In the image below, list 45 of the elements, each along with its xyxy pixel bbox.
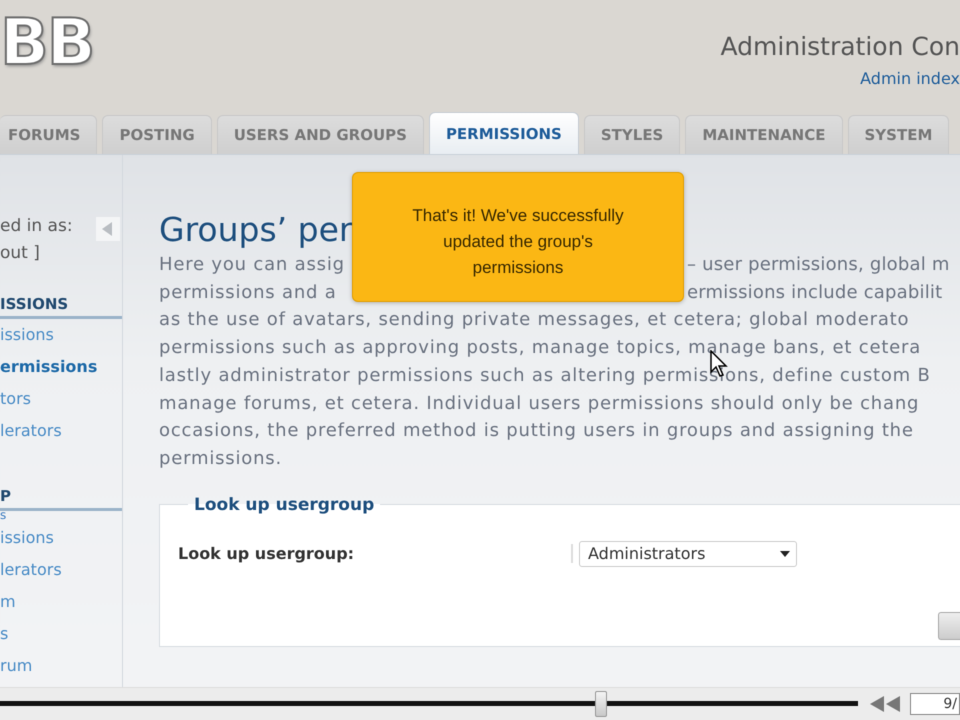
usergroup-select[interactable]: Administrators <box>579 540 797 567</box>
menu-item[interactable]: m <box>0 586 16 618</box>
menu-heading: P <box>0 487 122 511</box>
nav-tab[interactable]: MAINTENANCE <box>685 115 842 154</box>
menu-item[interactable]: tors <box>0 383 31 415</box>
user-info-text: ed in as: <box>0 215 73 238</box>
nav-tab[interactable]: USERS AND GROUPS <box>216 115 424 154</box>
nav-tab[interactable]: STYLES <box>584 115 680 154</box>
partial-button[interactable] <box>938 612 960 640</box>
rewind-icon[interactable] <box>870 696 900 712</box>
nav-tab[interactable]: FORUMS <box>0 115 98 154</box>
menu-item[interactable]: issions <box>0 319 54 351</box>
seek-thumb[interactable] <box>594 691 607 717</box>
intro-text: manage forums, et cetera. Individual users permissions should only be chang <box>159 392 920 414</box>
menu-heading: ISSIONS <box>0 295 122 319</box>
admin-index-link[interactable]: Admin index <box>860 69 960 88</box>
intro-text: occasions, the preferred method is putting users in groups and assigning the <box>159 420 914 442</box>
intro-text: Here you can assig <box>159 254 345 275</box>
admin-title: Administration Con <box>720 32 960 61</box>
menu-item[interactable]: lerators <box>0 554 62 586</box>
logo: BB <box>0 8 94 78</box>
intro-text: permissions. <box>159 448 282 469</box>
menu-item[interactable]: issions <box>0 522 54 554</box>
collapse-icon[interactable] <box>96 217 120 241</box>
page-title: Groups’ per <box>159 209 352 251</box>
nav-tab[interactable]: POSTING <box>102 115 212 154</box>
menu-item[interactable]: ermissions <box>0 351 98 383</box>
menu-item[interactable]: lerators <box>0 415 62 447</box>
field-label: Look up usergroup: <box>178 544 573 564</box>
menu-subheading: s <box>0 508 6 522</box>
intro-text: ermissions include capabilit <box>687 282 942 303</box>
intro-text: permissions such as approving posts, manage topics, manage bans, et cetera <box>159 337 922 358</box>
menu-item[interactable]: rum <box>0 650 32 682</box>
menu-item[interactable]: s <box>0 618 8 650</box>
tooltip: That's it! We've successfully updated the group's permissions <box>352 172 684 302</box>
nav-tab[interactable]: PERMISSIONS <box>428 112 579 154</box>
intro-text: permissions and a <box>159 282 337 303</box>
nav-tab[interactable]: SYSTEM <box>848 115 950 154</box>
time-display: 9/ <box>910 693 960 715</box>
panel-legend: Look up usergroup <box>188 494 380 515</box>
intro-text: lastly administrator permissions such as altering permissions, define custom B <box>159 364 931 386</box>
intro-text: – user permissions, global m <box>687 254 950 275</box>
intro-text: as the use of avatars, sending private messages, et cetera; global moderato <box>159 309 910 330</box>
user-info-text: out ] <box>0 242 40 265</box>
caret-icon <box>780 550 790 557</box>
